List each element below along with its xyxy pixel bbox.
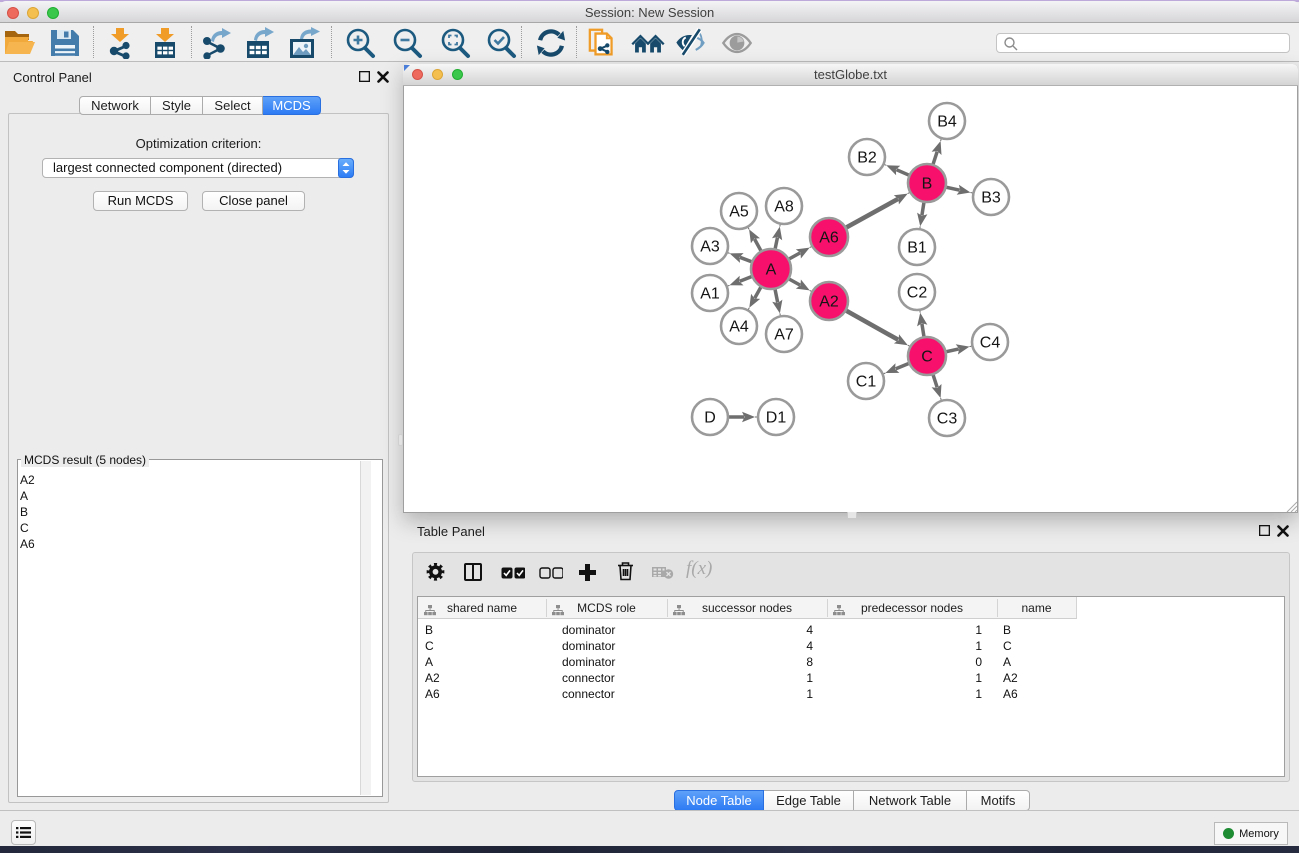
svg-text:A6: A6: [819, 230, 839, 247]
svg-text:B: B: [922, 176, 933, 193]
svg-text:B2: B2: [857, 150, 877, 167]
svg-text:B1: B1: [907, 240, 927, 257]
svg-text:C: C: [921, 349, 933, 366]
svg-text:C2: C2: [907, 285, 928, 302]
svg-text:A5: A5: [729, 204, 749, 221]
svg-text:B4: B4: [937, 114, 957, 131]
svg-text:A1: A1: [700, 286, 720, 303]
svg-text:A8: A8: [774, 199, 794, 216]
svg-text:D1: D1: [766, 410, 787, 427]
svg-text:A: A: [766, 262, 777, 279]
svg-text:A3: A3: [700, 239, 720, 256]
svg-text:A4: A4: [729, 319, 749, 336]
svg-text:B3: B3: [981, 190, 1001, 207]
svg-text:A7: A7: [774, 327, 794, 344]
svg-text:C3: C3: [937, 411, 958, 428]
svg-text:C1: C1: [856, 374, 877, 391]
svg-text:C4: C4: [980, 335, 1001, 352]
svg-text:D: D: [704, 410, 716, 427]
svg-text:A2: A2: [819, 294, 839, 311]
